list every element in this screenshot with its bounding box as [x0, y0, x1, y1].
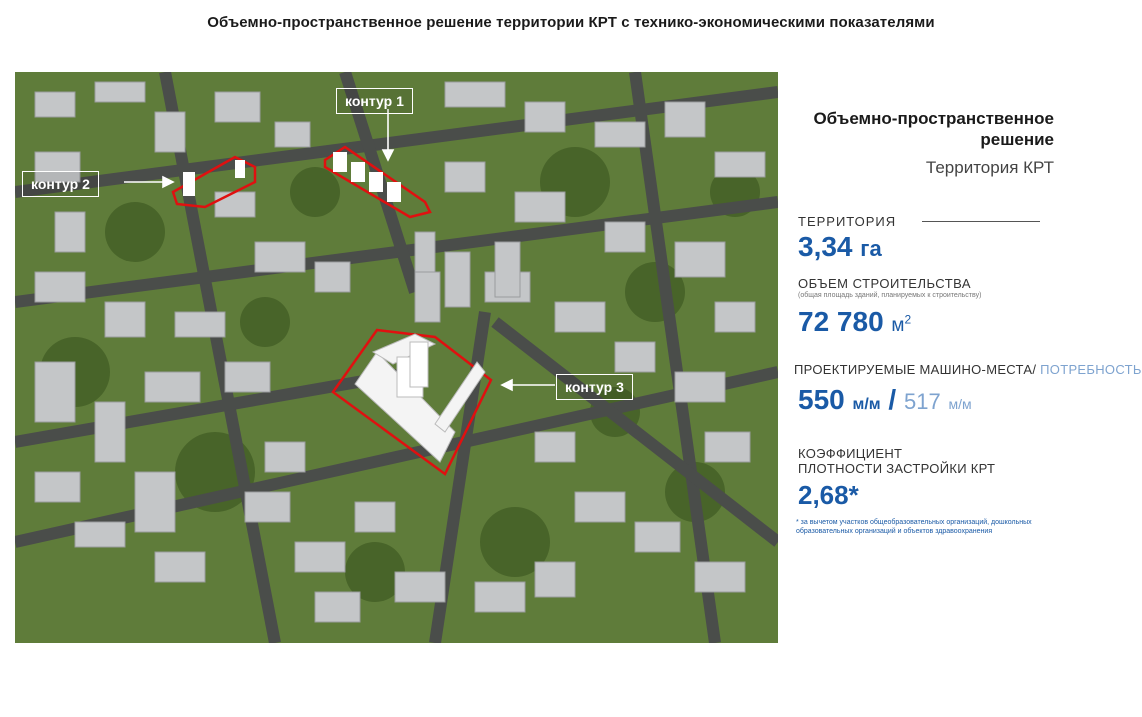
callout-contour-1[interactable]: контур 1: [336, 88, 413, 114]
parking-label-main: ПРОЕКТИРУЕМЫЕ МАШИНО-МЕСТА/: [794, 362, 1037, 377]
density-footnote: * за вычетом участков общеобразовательны…: [796, 519, 1032, 535]
parking-value: 550: [798, 384, 845, 415]
panel-title-line-2: решение: [980, 130, 1054, 149]
info-panel: Объемно-пространственное решение Террито…: [790, 0, 1142, 717]
territory-value: 3,34: [798, 231, 853, 262]
volume-value: 72 780: [798, 306, 884, 337]
panel-title-line-1: Объемно-пространственное: [813, 109, 1054, 128]
parking-need-label: ПОТРЕБНОСТЬ: [1036, 362, 1142, 377]
parking-separator: /: [880, 384, 904, 415]
panel-subtitle: Территория КРТ: [925, 158, 1054, 177]
density-label-line-1: КОЭФФИЦИЕНТ: [798, 446, 903, 461]
territory-value-row: 3,34 га: [798, 231, 882, 263]
volume-value-row: 72 780 м2: [798, 306, 911, 338]
panel-title: Объемно-пространственное решение: [813, 108, 1054, 150]
territory-unit: га: [860, 236, 882, 261]
density-label: КОЭФФИЦИЕНТ ПЛОТНОСТИ ЗАСТРОЙКИ КРТ: [798, 446, 995, 476]
parking-unit: м/м: [852, 396, 881, 413]
parking-label: ПРОЕКТИРУЕМЫЕ МАШИНО-МЕСТА/ ПОТРЕБНОСТЬ: [794, 362, 1142, 377]
territory-label: ТЕРРИТОРИЯ: [798, 214, 897, 229]
callout-contour-3[interactable]: контур 3: [556, 374, 633, 400]
callout-contour-2[interactable]: контур 2: [22, 171, 99, 197]
aerial-map[interactable]: контур 1 контур 2 контур 3: [15, 72, 778, 643]
territory-divider: [922, 221, 1040, 222]
volume-note: (общая площадь зданий, планируемых к стр…: [798, 292, 982, 299]
volume-label: ОБЪЕМ СТРОИТЕЛЬСТВА: [798, 276, 972, 291]
volume-unit: м2: [891, 312, 912, 336]
need-unit: м/м: [948, 396, 972, 412]
density-label-line-2: ПЛОТНОСТИ ЗАСТРОЙКИ КРТ: [798, 461, 996, 476]
parking-value-row: 550 м/м / 517 м/м: [798, 384, 972, 416]
map-drawing: [15, 72, 778, 643]
need-value: 517: [903, 389, 941, 414]
density-value: 2,68*: [798, 480, 859, 510]
